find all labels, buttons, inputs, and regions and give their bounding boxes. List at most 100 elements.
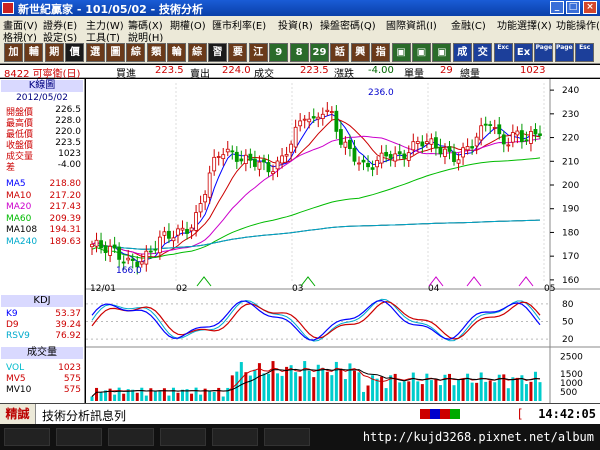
toolbar-button[interactable]: 類	[146, 43, 166, 62]
volume-bar	[307, 370, 311, 401]
menu-item[interactable]: 金融(C)	[451, 17, 486, 32]
toolbar-button[interactable]: 綜	[126, 43, 146, 62]
panel-row-label: MA5	[6, 179, 26, 189]
taskbar-item[interactable]	[264, 428, 310, 446]
price-tick-label: 180	[562, 228, 579, 238]
menu-item[interactable]: 功能操作(F)	[556, 17, 600, 32]
taskbar-item[interactable]	[56, 428, 102, 446]
candle-body	[497, 124, 502, 135]
panel-row-label: MA240	[6, 236, 38, 247]
toolbar-button[interactable]: 習	[208, 43, 227, 62]
toolbar-button[interactable]: Esc	[575, 43, 595, 62]
toolbar-button[interactable]: 綜	[187, 43, 207, 62]
toolbar-button[interactable]: ▣	[391, 43, 411, 62]
candle-body	[284, 154, 289, 157]
date-tick-label: 02	[176, 284, 187, 294]
toolbar-button[interactable]: 興	[350, 43, 370, 62]
candle-body	[443, 148, 447, 157]
candle-body	[357, 162, 361, 165]
candle-body	[338, 129, 343, 145]
toolbar-button[interactable]: Page	[534, 43, 554, 62]
clock: 14:42:05	[538, 407, 596, 421]
menu-item[interactable]: 投資(R)	[278, 17, 313, 32]
candle-body	[99, 240, 103, 249]
volume-tick-label: 2500	[560, 352, 583, 362]
taskbar-item[interactable]	[108, 428, 154, 446]
toolbar-button[interactable]: 價	[65, 43, 85, 62]
candle-body	[320, 113, 325, 119]
candle-body	[311, 116, 316, 119]
panel-row: RSV9 76.92	[6, 331, 83, 342]
close-button[interactable]: ×	[583, 1, 597, 14]
volume-bar	[135, 392, 139, 401]
candle-body	[352, 147, 357, 162]
toolbar-button[interactable]: ▣	[412, 43, 431, 62]
chart-area[interactable]: 160 170 180 190 200 210 220 230 240 12/01 02 03 04 05…	[86, 79, 600, 403]
candle-body	[253, 158, 257, 167]
volume-bar	[158, 391, 162, 401]
signal-marker	[518, 276, 534, 287]
toolbar-button[interactable]: 交	[473, 43, 493, 62]
candle-body	[230, 150, 235, 153]
toolbar-button[interactable]: Page	[554, 43, 574, 62]
toolbar-button[interactable]: Exc	[493, 43, 513, 62]
panel-row: VOL 1023	[6, 363, 83, 374]
panel-row: MA240 189.63	[6, 237, 83, 248]
toolbar-button[interactable]: 輪	[167, 43, 187, 62]
candle-body	[456, 159, 461, 164]
panel-row-value: 209.39	[49, 213, 82, 224]
maximize-button[interactable]: □	[566, 1, 580, 14]
menu-item[interactable]: 期權(O)	[170, 17, 206, 32]
price-tick-label: 240	[562, 86, 579, 96]
menu-item[interactable]: 國際資訊(I)	[386, 17, 437, 32]
toolbar-button[interactable]: 9	[269, 43, 289, 62]
volume-bar	[529, 381, 533, 401]
toolbar-button[interactable]: 指	[371, 43, 391, 62]
candle-body	[465, 146, 470, 151]
toolbar-button[interactable]: ▣	[432, 43, 452, 62]
taskbar-item[interactable]	[4, 428, 50, 446]
panel-row-value: 223.5	[55, 138, 81, 148]
panel-row-value: 226.5	[55, 105, 81, 115]
volume-bar	[457, 379, 461, 401]
toolbar-button[interactable]: 話	[330, 43, 350, 62]
candle-body	[243, 154, 248, 164]
panel-row-value: 53.37	[55, 309, 81, 319]
quote-line: 8422 可寧衛(日) 買進 223.5 賣出 224.0 成交 223.5 漲…	[0, 65, 600, 80]
toolbar-button[interactable]: 要	[228, 43, 248, 62]
candle-body	[157, 236, 162, 254]
panel-row: K9 53.37	[6, 309, 83, 320]
toolbar-button[interactable]: 輔	[24, 43, 44, 62]
menu-item[interactable]: 功能選擇(X)	[497, 17, 552, 32]
toolbar-button[interactable]: 圖	[106, 43, 125, 62]
volume-bar	[303, 361, 307, 401]
candle-body	[329, 111, 334, 113]
volume-bar	[533, 371, 537, 401]
toolbar-button[interactable]: 加	[4, 43, 23, 62]
candle-body	[207, 172, 212, 198]
minimize-button[interactable]: _	[550, 1, 564, 14]
toolbar-button[interactable]: 選	[85, 43, 105, 62]
taskbar-item[interactable]	[160, 428, 206, 446]
volume-bar	[479, 372, 483, 401]
color-indicator	[420, 409, 460, 419]
rsv-line	[91, 298, 541, 342]
volume-bar	[266, 373, 270, 401]
toolbar-button[interactable]: 江	[248, 43, 268, 62]
total-volume: 1023	[520, 65, 546, 76]
toolbar-button[interactable]: 29	[310, 43, 329, 62]
taskbar-item[interactable]	[212, 428, 258, 446]
candle-body	[185, 228, 189, 234]
toolbar-button[interactable]: Ex	[514, 43, 533, 62]
toolbar-button[interactable]: 期	[44, 43, 64, 62]
technical-chart[interactable]: 16017018019020021022023024012/01 02 03 04 05…	[86, 79, 600, 403]
volume-bar	[208, 390, 212, 401]
menu-item[interactable]: 操盤密碼(Q)	[320, 17, 376, 32]
candle-body	[492, 127, 497, 129]
toolbar-button[interactable]: 成	[452, 43, 472, 62]
toolbar-button[interactable]: 8	[289, 43, 309, 62]
sell-label: 賣出	[190, 69, 210, 80]
high-annotation: 236.0	[368, 88, 394, 98]
kdj-title: KDJ	[1, 295, 83, 307]
menu-item[interactable]: 匯市利率(E)	[212, 17, 266, 32]
